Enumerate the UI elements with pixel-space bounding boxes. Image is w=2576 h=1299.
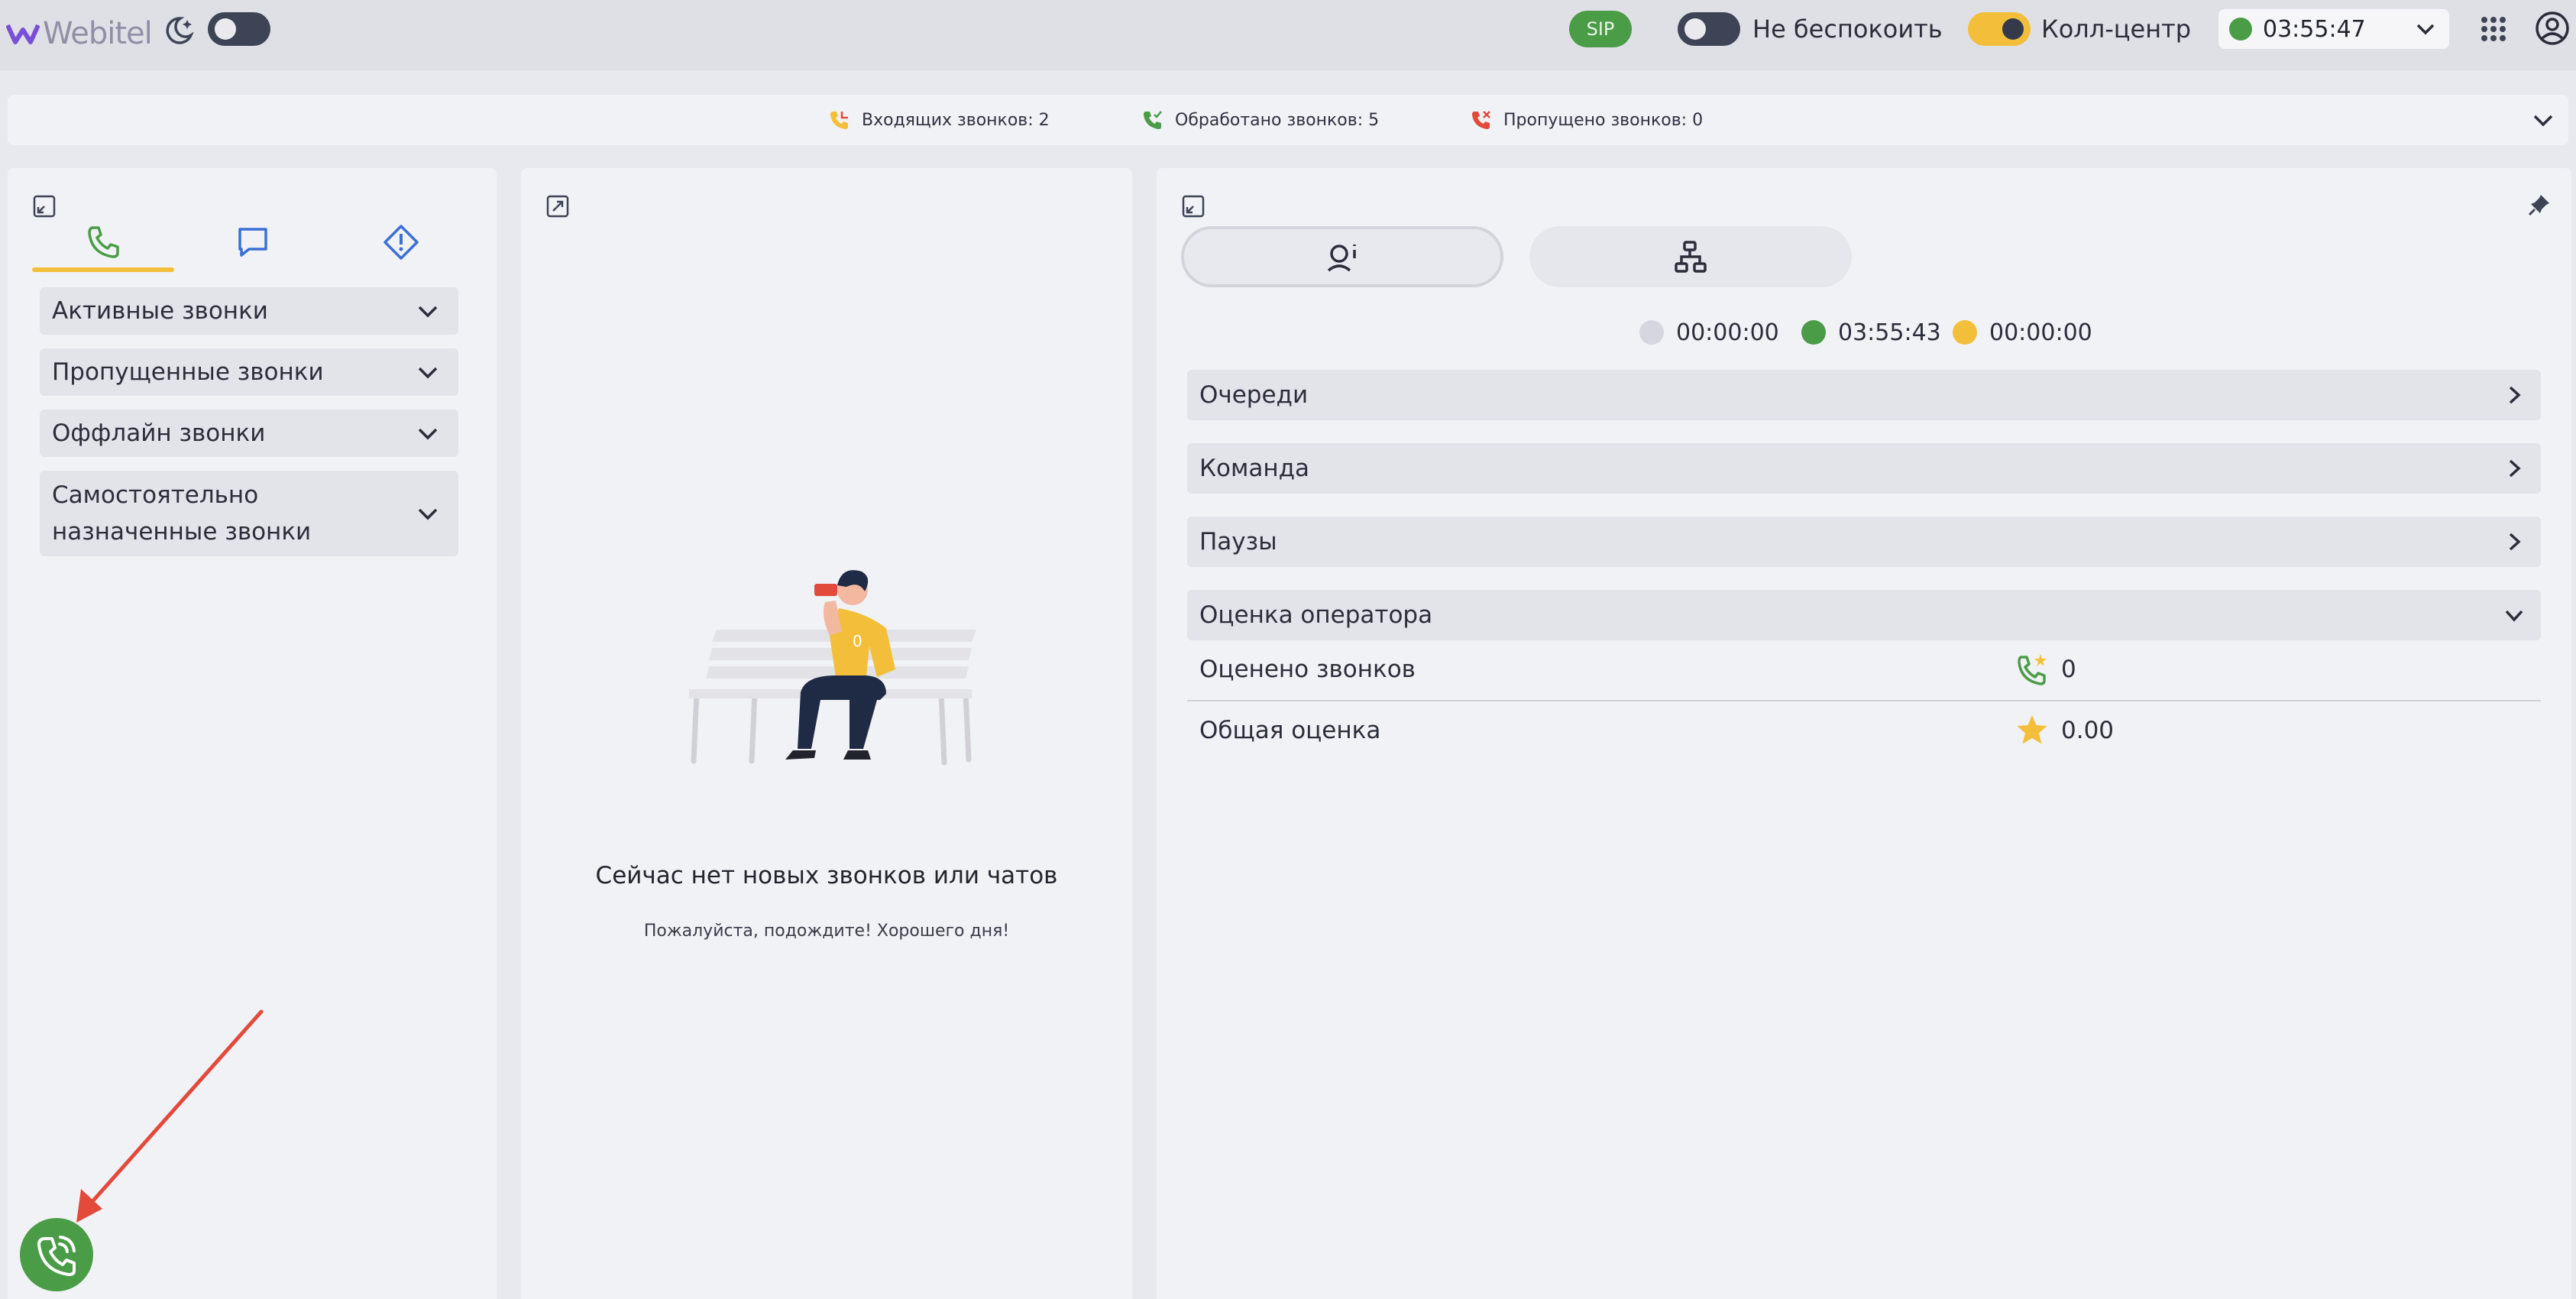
chevron-down-icon: [418, 508, 438, 520]
chevron-right-icon: [2509, 533, 2521, 551]
section-label: Пропущенные звонки: [52, 358, 324, 386]
user-account-icon[interactable]: [2535, 11, 2570, 46]
incoming-call-icon: [830, 112, 848, 129]
pin-icon[interactable]: [2527, 193, 2552, 217]
tab-flow[interactable]: [1529, 226, 1852, 287]
rated-calls-label: Оценено звонков: [1199, 656, 1416, 683]
tab-chats-icon[interactable]: [234, 223, 272, 261]
chevron-down-icon: [2416, 24, 2435, 35]
handled-calls-text: Обработано звонков: 5: [1175, 110, 1380, 130]
annotation-arrow: [76, 1009, 264, 1223]
toggle-knob: [215, 18, 236, 40]
star-icon: [2017, 715, 2047, 744]
agent-info-panel: 00:00:00 03:55:43 00:00:00 Очереди Коман…: [1157, 168, 2571, 1299]
section-label: Очереди: [1199, 381, 1309, 409]
callcenter-label: Колл-центр: [2041, 15, 2192, 44]
softphone-button[interactable]: [20, 1218, 93, 1291]
call-stats-bar: Входящих звонков: 2 Обработано звонков: …: [8, 95, 2568, 145]
overall-rating-row: Общая оценка 0.00: [1187, 701, 2541, 761]
timer-value: 03:55:43: [1838, 319, 1941, 346]
empty-state-subtitle: Пожалуйста, подождите! Хорошего дня!: [643, 922, 1010, 941]
collapse-panel-icon[interactable]: [1181, 194, 1205, 219]
brand-name: Webitel: [43, 16, 153, 51]
timer-dot: [1801, 320, 1826, 345]
section-active-calls[interactable]: Активные звонки: [40, 287, 458, 335]
theme-moon-icon: [166, 17, 194, 44]
workspace-panel: 0 Сейчас нет новых звонков или чатов Пож…: [521, 168, 1132, 1299]
section-label: Оффлайн звонки: [52, 420, 266, 447]
section-offline-calls[interactable]: Оффлайн звонки: [40, 410, 458, 457]
flow-diagram-icon: [1675, 241, 1707, 273]
dnd-toggle[interactable]: [1678, 12, 1740, 46]
missed-calls-stat: Пропущено звонков: 0: [1470, 95, 1703, 145]
handled-calls-stat: Обработано звонков: 5: [1141, 95, 1379, 145]
incoming-calls-stat: Входящих звонков: 2: [828, 95, 1050, 145]
timer-dot: [1639, 320, 1664, 345]
status-dot: [2229, 18, 2252, 40]
timer-offline: 00:00:00: [1639, 313, 1779, 351]
section-operator-rating[interactable]: Оценка оператора: [1187, 590, 2541, 640]
section-label: Команда: [1199, 455, 1310, 482]
status-time: 03:55:47: [2263, 15, 2366, 43]
svg-text:0: 0: [853, 632, 862, 650]
overall-rating-value: 0.00: [2061, 717, 2115, 744]
timer-value: 00:00:00: [1989, 319, 2092, 346]
chevron-right-icon: [2509, 459, 2521, 478]
tab-calls-phone-icon[interactable]: [84, 223, 122, 261]
section-self-assigned-calls[interactable]: Самостоятельно назначенные звонки: [40, 471, 458, 556]
dnd-label: Не беспокоить: [1752, 15, 1943, 44]
chevron-down-icon: [2505, 610, 2523, 622]
missed-calls-text: Пропущено звонков: 0: [1503, 110, 1704, 130]
section-team[interactable]: Команда: [1187, 443, 2541, 494]
section-pauses[interactable]: Паузы: [1187, 517, 2541, 567]
handled-call-icon: [1144, 111, 1162, 129]
rated-calls-value: 0: [2061, 656, 2076, 683]
tab-alerts-icon[interactable]: [382, 223, 420, 261]
chevron-right-icon: [2509, 386, 2521, 404]
callcenter-toggle[interactable]: [1968, 12, 2031, 46]
rated-calls-row: Оценено звонков 0: [1187, 640, 2541, 700]
phone-call-icon: [37, 1236, 76, 1276]
timer-value: 00:00:00: [1676, 319, 1779, 346]
section-missed-calls[interactable]: Пропущенные звонки: [40, 348, 458, 396]
section-queues[interactable]: Очереди: [1187, 370, 2541, 420]
agent-status-select[interactable]: 03:55:47: [2218, 9, 2449, 49]
timer-pause: 00:00:00: [1953, 313, 2092, 351]
active-tab-indicator: [32, 267, 174, 272]
top-header: Webitel SIP Не беспокоить Колл-центр 03:…: [0, 0, 2576, 70]
missed-call-icon: [1472, 111, 1490, 129]
toggle-knob: [1684, 18, 1706, 40]
rated-call-icon: [2018, 654, 2047, 685]
overall-rating-label: Общая оценка: [1199, 717, 1381, 744]
section-label: Паузы: [1199, 528, 1277, 556]
toggle-knob: [2002, 18, 2024, 40]
theme-toggle[interactable]: [208, 12, 270, 46]
section-label: Оценка оператора: [1199, 601, 1433, 629]
chevron-down-icon: [418, 306, 438, 318]
incoming-calls-text: Входящих звонков: 2: [862, 110, 1050, 130]
timer-online: 03:55:43: [1801, 313, 1941, 351]
sip-badge[interactable]: SIP: [1569, 11, 1632, 47]
timer-dot: [1953, 320, 1977, 345]
tab-agent-info[interactable]: [1181, 226, 1503, 287]
expand-panel-icon[interactable]: [545, 194, 570, 219]
webitel-logo[interactable]: Webitel: [6, 11, 153, 57]
empty-state-illustration: 0: [689, 570, 976, 766]
section-label: Самостоятельно назначенные звонки: [52, 481, 312, 546]
chevron-down-icon[interactable]: [2532, 110, 2555, 130]
webitel-logo-icon: [6, 24, 40, 44]
apps-grid-icon[interactable]: [2478, 14, 2509, 44]
chevron-down-icon: [418, 367, 438, 379]
agent-info-icon: [1327, 245, 1356, 272]
chevron-down-icon: [418, 428, 438, 440]
collapse-panel-icon[interactable]: [32, 194, 57, 219]
section-label: Активные звонки: [52, 297, 268, 325]
empty-state-title: Сейчас нет новых звонков или чатов: [595, 862, 1058, 889]
